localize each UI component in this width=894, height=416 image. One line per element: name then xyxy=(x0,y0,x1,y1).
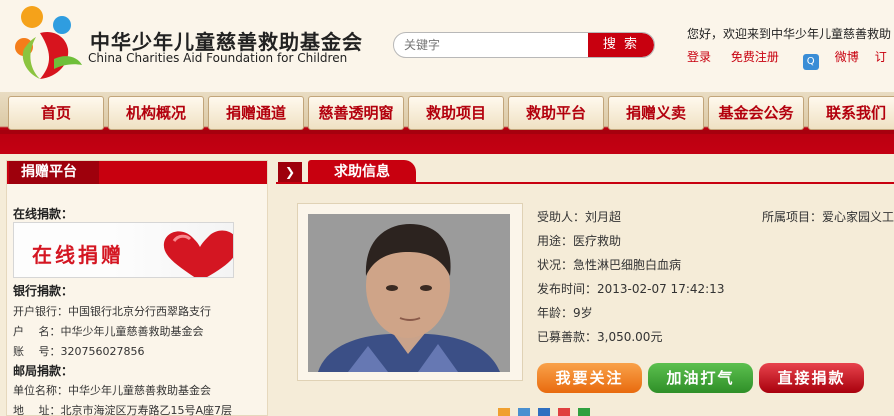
bank-donation-label: 银行捐款： xyxy=(13,284,74,298)
search-input[interactable] xyxy=(394,33,590,57)
share-icon[interactable] xyxy=(538,408,550,416)
nav-contact[interactable]: 联系我们 xyxy=(808,96,894,130)
login-link[interactable]: 登录 xyxy=(687,50,711,64)
post-row: 单位名称：中华少年儿童慈善救助基金会 xyxy=(13,384,211,397)
welcome-text: 您好，欢迎来到中华少年儿童慈善救助 xyxy=(687,27,892,41)
condition: 状况：急性淋巴细胞白血病 xyxy=(537,258,682,272)
share-icon[interactable] xyxy=(498,408,510,416)
nav-charity-sale[interactable]: 捐赠义卖 xyxy=(608,96,704,130)
search-button[interactable]: 搜 索 xyxy=(588,33,654,57)
donate-button[interactable]: 直接捐款 xyxy=(759,363,864,393)
online-donation-label: 在线捐款： xyxy=(13,207,74,221)
nav-foundation-affairs[interactable]: 基金会公务 xyxy=(708,96,804,130)
nav-about[interactable]: 机构概况 xyxy=(108,96,204,130)
cheer-button[interactable]: 加油打气 xyxy=(648,363,753,393)
age: 年龄：9岁 xyxy=(537,306,593,320)
aid-purpose: 用途：医疗救助 xyxy=(537,234,622,248)
raised-amount: 已募善款：3,050.00元 xyxy=(537,330,663,344)
arrow-right-icon: ❯ xyxy=(278,162,302,182)
bank-row: 开户银行：中国银行北京分行西翠路支行 xyxy=(13,305,211,318)
register-link[interactable]: 免费注册 xyxy=(731,50,779,64)
foundation-logo[interactable] xyxy=(10,3,84,83)
weibo-link[interactable]: 微博 xyxy=(835,50,859,64)
main-nav: 首页 机构概况 捐赠通道 慈善透明窗 救助项目 救助平台 捐赠义卖 基金会公务 … xyxy=(0,92,894,154)
logo-english-name: China Charities Aid Foundation for Child… xyxy=(88,51,348,65)
online-donate-banner[interactable]: 在线捐赠 xyxy=(13,222,234,278)
project-name[interactable]: 所属项目：爱心家园义工 xyxy=(762,208,894,225)
recipient-photo-frame xyxy=(297,203,523,381)
nav-aid-projects[interactable]: 救助项目 xyxy=(408,96,504,130)
help-info-title: 求助信息 xyxy=(308,160,416,184)
recipient-photo-drawing xyxy=(308,214,510,372)
recipient-name: 受助人：刘月超 xyxy=(537,210,622,224)
extra-link[interactable]: 订 xyxy=(875,50,887,64)
panel-title: 捐赠平台 xyxy=(9,161,99,184)
recipient-photo[interactable] xyxy=(308,214,510,372)
help-info-header: ❯ 求助信息 xyxy=(276,160,894,184)
share-icon[interactable] xyxy=(558,408,570,416)
nav-aid-platform[interactable]: 救助平台 xyxy=(508,96,604,130)
qq-icon[interactable]: Q xyxy=(802,54,819,70)
post-row: 地 址：北京市海淀区万寿路乙15号A座7层 xyxy=(13,404,233,416)
share-icon[interactable] xyxy=(578,408,590,416)
nav-stripe xyxy=(0,130,894,134)
donation-platform-panel: 捐赠平台 在线捐款： 在线捐赠 银行捐款： 开户银行：中国银行北京分行西翠路支行… xyxy=(6,160,268,416)
nav-donation-channel[interactable]: 捐赠通道 xyxy=(208,96,304,130)
heart-icon xyxy=(163,230,233,277)
search-box: 搜 索 xyxy=(393,32,655,58)
panel-header: 捐赠平台 xyxy=(7,161,267,184)
online-donate-text: 在线捐赠 xyxy=(32,243,124,267)
publish-time: 发布时间：2013-02-07 17:42:13 xyxy=(537,282,725,296)
share-icon[interactable] xyxy=(518,408,530,416)
bank-row: 户 名：中华少年儿童慈善救助基金会 xyxy=(13,325,204,338)
post-donation-label: 邮局捐款： xyxy=(13,364,74,378)
bank-row: 账 号：320756027856 xyxy=(13,345,145,358)
follow-button[interactable]: 我要关注 xyxy=(537,363,642,393)
account-links: 登录 免费注册 Q 微博 订 xyxy=(687,48,894,70)
nav-home[interactable]: 首页 xyxy=(8,96,104,130)
site-header: 中华少年儿童慈善救助基金会 China Charities Aid Founda… xyxy=(0,0,894,92)
nav-transparency[interactable]: 慈善透明窗 xyxy=(308,96,404,130)
